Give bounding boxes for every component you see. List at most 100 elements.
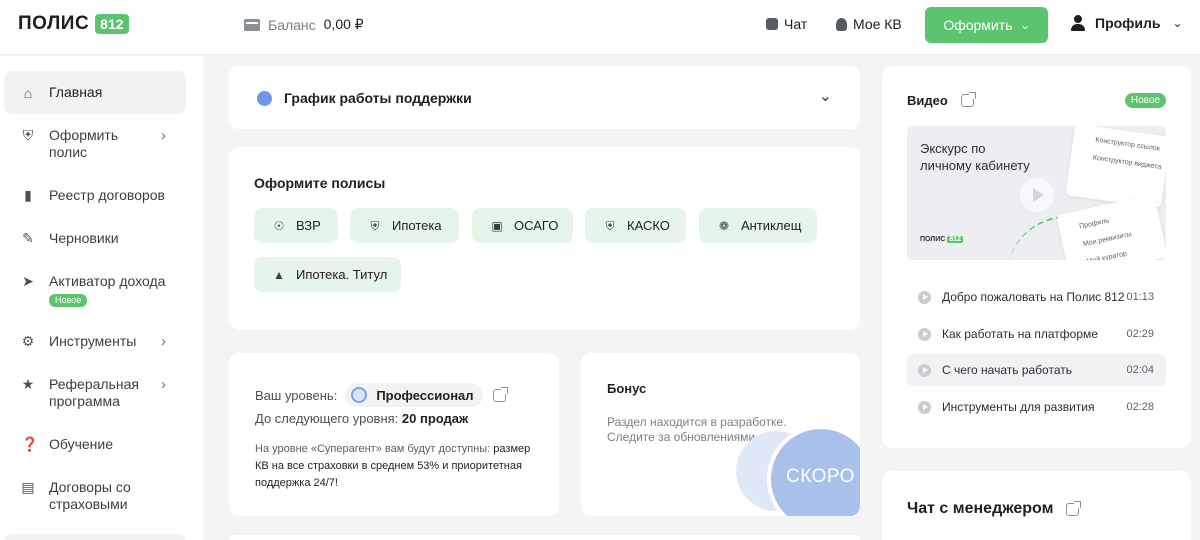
balance-value: 0,00 ₽ <box>323 16 364 32</box>
chevron-right-icon: › <box>161 333 166 350</box>
sidebar-item-referral[interactable]: ★ Реферальная программа › <box>4 376 186 410</box>
sidebar-item-label: Обучение <box>49 436 114 452</box>
play-icon[interactable] <box>1020 178 1054 212</box>
video-item-duration: 02:04 <box>1126 364 1154 376</box>
logo[interactable]: ПОЛИС 812 <box>18 13 129 35</box>
video-item-duration: 01:13 <box>1126 291 1154 303</box>
shield-check-icon: ⛨ <box>605 218 615 233</box>
chip-label: Антиклещ <box>741 218 802 233</box>
thumbnail-card: Профиль Мои реквизиты Мой куратор <box>1056 194 1166 260</box>
sidebar-item-income-activator[interactable]: ➤ Активатор дохода Новое <box>4 273 186 307</box>
gear-icon: ⚙ <box>21 333 35 349</box>
next-level-label: До следующего уровня: <box>255 411 399 426</box>
policies-card: Оформите полисы ☉ ВЗР ⛨ Ипотека ▣ ОСАГО … <box>229 147 860 330</box>
bonus-title: Бонус <box>607 381 647 396</box>
external-link-icon[interactable] <box>960 92 976 107</box>
document-icon: ▮ <box>24 187 32 203</box>
next-level-row: До следующего уровня: 20 продаж <box>255 411 468 426</box>
video-list-item[interactable]: С чего начать работать 02:04 <box>907 354 1166 386</box>
chat-link-label: Чат <box>784 16 808 32</box>
video-item-title: Добро пожаловать на Полис 812 <box>942 290 1125 304</box>
top-header: ПОЛИС 812 Баланс 0,00 ₽ Чат Мое КВ Оформ… <box>0 0 1200 55</box>
thumbnail-title: Экскурс по личному кабинету <box>920 141 1030 173</box>
logo-text: ПОЛИС <box>18 13 90 34</box>
sidebar-item-label: Главная <box>49 84 103 100</box>
level-desc-prefix: На уровне «Суперагент» вам будут доступн… <box>255 443 491 455</box>
profile-label: Профиль <box>1095 15 1161 31</box>
chat-link[interactable]: Чат <box>766 16 807 32</box>
thumbnail-card-line: Конструктор виджета <box>1092 154 1162 171</box>
video-list-item[interactable]: Как работать на платформе 02:29 <box>907 318 1166 350</box>
bug-icon: ❁ <box>718 218 730 233</box>
sidebar-item-order-policy[interactable]: ⛨ Оформить полис › <box>4 127 186 161</box>
chip-mortgage-title[interactable]: ▲ Ипотека. Титул <box>254 257 401 292</box>
thumbnail-logo: ПОЛИС 812 <box>920 236 963 243</box>
video-item-duration: 02:28 <box>1126 401 1154 413</box>
video-item-duration: 02:29 <box>1126 328 1154 340</box>
support-title: График работы поддержки <box>284 90 472 106</box>
bonus-card: Бонус Раздел находится в разработке. Сле… <box>581 353 860 516</box>
level-card: Ваш уровень: Профессионал До следующего … <box>229 353 559 516</box>
sidebar-item-learning[interactable]: ❓ Обучение <box>4 436 186 453</box>
chevron-right-icon: › <box>161 376 166 393</box>
level-pill: Профессионал <box>345 383 483 407</box>
sidebar-item-partial[interactable] <box>4 534 186 540</box>
rocket-icon: ➤ <box>22 273 34 289</box>
chip-label: Ипотека <box>392 218 442 233</box>
external-link-icon[interactable] <box>492 386 508 402</box>
level-row: Ваш уровень: Профессионал <box>255 383 508 407</box>
question-icon: ❓ <box>21 436 39 452</box>
sidebar-item-drafts[interactable]: ✎ Черновики <box>4 230 186 247</box>
my-kv-link[interactable]: Мое КВ <box>836 16 902 32</box>
play-icon <box>918 363 931 377</box>
external-link-icon[interactable] <box>1066 500 1082 516</box>
home-icon: ⌂ <box>23 84 33 101</box>
new-badge: Новое <box>49 294 88 307</box>
info-icon <box>257 91 272 106</box>
sidebar-item-insurer-contracts[interactable]: ▤ Договоры со страховыми <box>4 479 186 513</box>
sidebar-item-tools[interactable]: ⚙ Инструменты › <box>4 333 186 350</box>
sidebar-item-registry[interactable]: ▮ Реестр договоров <box>4 187 186 204</box>
sidebar-item-label: Договоры со страховыми <box>49 479 131 512</box>
order-button-label: Оформить <box>943 17 1013 33</box>
balance-label: Баланс <box>268 16 316 33</box>
contract-icon: ▤ <box>21 479 35 495</box>
chip-mortgage[interactable]: ⛨ Ипотека <box>350 208 459 243</box>
sidebar-item-label: Черновики <box>49 230 119 246</box>
sidebar-item-label: Инструменты <box>49 333 137 349</box>
next-card-partial <box>229 535 860 540</box>
chip-label: ВЗР <box>296 218 321 233</box>
user-icon <box>1070 15 1086 31</box>
thumbnail-logo-badge: 812 <box>947 236 963 243</box>
thumbnail-card-line: Конструктор ссылок <box>1094 136 1161 153</box>
video-list-item[interactable]: Инструменты для развития 02:28 <box>907 391 1166 423</box>
level-description: На уровне «Суперагент» вам будут доступн… <box>255 441 545 492</box>
play-icon <box>918 327 931 341</box>
video-card: Видео Новое Экскурс по личному кабинету … <box>882 66 1191 448</box>
chip-vzr[interactable]: ☉ ВЗР <box>254 208 338 243</box>
video-list-item[interactable]: Добро пожаловать на Полис 812 01:13 <box>907 281 1166 313</box>
chip-anti-tick[interactable]: ❁ Антиклещ <box>699 208 817 243</box>
sidebar-item-home[interactable]: ⌂ Главная <box>4 71 186 114</box>
manager-chat-card: Чат с менеджером <box>882 471 1191 540</box>
manager-chat-title-row: Чат с менеджером <box>907 500 1082 518</box>
order-button[interactable]: Оформить ⌄ <box>925 7 1048 43</box>
title-icon: ▲ <box>273 267 285 282</box>
chat-icon <box>766 18 778 30</box>
chip-label: КАСКО <box>627 218 670 233</box>
play-icon <box>918 290 931 304</box>
star-icon: ★ <box>21 376 35 392</box>
chip-kasko[interactable]: ⛨ КАСКО <box>585 208 686 243</box>
thumbnail-logo-text: ПОЛИС <box>920 236 946 243</box>
fingerprint-icon <box>351 387 368 403</box>
sidebar-item-label: Реестр договоров <box>49 187 165 203</box>
sidebar-item-label: Оформить полис <box>49 127 119 160</box>
profile-menu[interactable]: Профиль ⌄ <box>1070 15 1183 31</box>
video-thumbnail[interactable]: Экскурс по личному кабинету Конструктор … <box>907 126 1166 260</box>
balance: Баланс 0,00 ₽ <box>244 16 364 33</box>
support-schedule-accordion[interactable]: График работы поддержки ⌄ <box>229 66 860 129</box>
chevron-down-icon[interactable]: ⌄ <box>819 86 832 106</box>
chip-osago[interactable]: ▣ ОСАГО <box>472 208 573 243</box>
edit-icon: ✎ <box>22 230 34 246</box>
shield-icon: ⛨ <box>22 127 34 143</box>
